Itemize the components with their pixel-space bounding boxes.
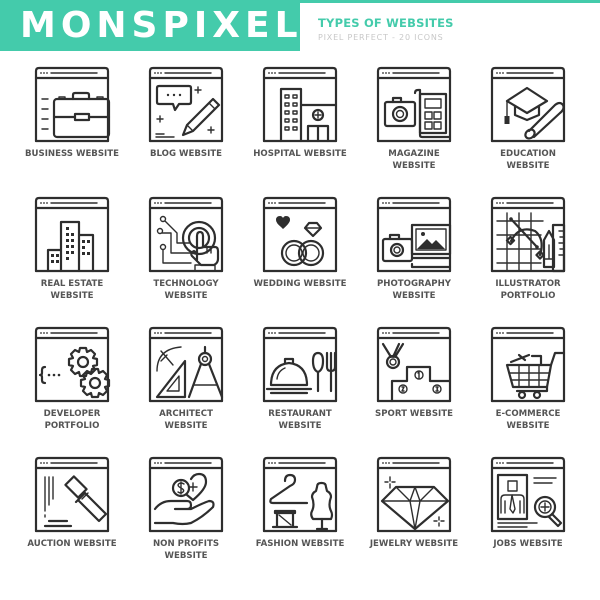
- icon-label: JEWELRY WEBSITE: [369, 539, 459, 549]
- icon-tile-magazine[interactable]: MAGAZINE WEBSITE: [357, 65, 471, 190]
- icon-label: BLOG WEBSITE: [149, 149, 223, 159]
- icon-tile-fashion[interactable]: FASHION WEBSITE: [243, 455, 357, 580]
- compass-ruler-icon: [148, 326, 224, 403]
- icon-tile-technology[interactable]: TECHNOLOGY WEBSITE: [129, 195, 243, 320]
- icon-tile-developer[interactable]: DEVELOPER PORTFOLIO: [15, 325, 129, 450]
- icon-tile-photography[interactable]: PHOTOGRAPHY WEBSITE: [357, 195, 471, 320]
- hospital-icon: [262, 66, 338, 143]
- icon-label: SPORT WEBSITE: [375, 409, 453, 419]
- icon-label: AUCTION WEBSITE: [27, 539, 117, 549]
- icon-label: JOBS WEBSITE: [493, 539, 563, 549]
- shopping-cart-icon: [490, 326, 566, 403]
- icon-tile-hospital[interactable]: HOSPITAL WEBSITE: [243, 65, 357, 190]
- icon-tile-jobs[interactable]: JOBS WEBSITE: [471, 455, 585, 580]
- icon-tile-wedding[interactable]: WEDDING WEBSITE: [243, 195, 357, 320]
- diamond-icon: [376, 456, 452, 533]
- icon-label: HOSPITAL WEBSITE: [253, 149, 347, 159]
- camera-photo-icon: [376, 196, 452, 273]
- buildings-icon: [34, 196, 110, 273]
- icon-label: E-COMMERCE WEBSITE: [495, 409, 561, 431]
- icon-tile-restaurant[interactable]: RESTAURANT WEBSITE: [243, 325, 357, 450]
- icon-tile-jewelry[interactable]: JEWELRY WEBSITE: [357, 455, 471, 580]
- icon-tile-illustrator[interactable]: ILLUSTRATOR PORTFOLIO: [471, 195, 585, 320]
- icon-label: ILLUSTRATOR PORTFOLIO: [495, 279, 561, 301]
- icon-label: TECHNOLOGY WEBSITE: [153, 279, 219, 301]
- pencil-chat-icon: [148, 66, 224, 143]
- icon-tile-business[interactable]: BUSINESS WEBSITE: [15, 65, 129, 190]
- icon-label: MAGAZINE WEBSITE: [388, 149, 440, 171]
- icon-tile-blog[interactable]: BLOG WEBSITE: [129, 65, 243, 190]
- vector-pencil-icon: [490, 196, 566, 273]
- icon-tile-architect[interactable]: ARCHITECT WEBSITE: [129, 325, 243, 450]
- rings-icon: [262, 196, 338, 273]
- icon-tile-education[interactable]: EDUCATION WEBSITE: [471, 65, 585, 190]
- icon-label: RESTAURANT WEBSITE: [268, 409, 332, 431]
- graduation-cap-icon: [490, 66, 566, 143]
- icon-label: EDUCATION WEBSITE: [500, 149, 556, 171]
- podium-medal-icon: [376, 326, 452, 403]
- icon-tile-sport[interactable]: SPORT WEBSITE: [357, 325, 471, 450]
- resume-search-icon: [490, 456, 566, 533]
- gears-code-icon: [34, 326, 111, 403]
- page-tagline: PIXEL PERFECT - 20 ICONS: [318, 33, 444, 42]
- briefcase-icon: [34, 66, 111, 143]
- page-title: TYPES OF WEBSITES: [318, 16, 454, 30]
- camera-layout-icon: [376, 66, 452, 143]
- hand-heart-icon: [148, 456, 224, 533]
- touch-circuit-icon: [148, 196, 224, 273]
- icon-label: BUSINESS WEBSITE: [25, 149, 119, 159]
- icon-tile-nonprofit[interactable]: NON PROFITS WEBSITE: [129, 455, 243, 580]
- icon-label: REAL ESTATE WEBSITE: [40, 279, 104, 301]
- icon-label: WEDDING WEBSITE: [253, 279, 347, 289]
- icon-tile-auction[interactable]: AUCTION WEBSITE: [15, 455, 129, 580]
- hanger-mannequin-icon: [262, 456, 338, 533]
- brand-banner: MONSPIXEL: [0, 0, 300, 51]
- icon-label: FASHION WEBSITE: [255, 539, 345, 549]
- cloche-cutlery-icon: [262, 326, 338, 403]
- icon-tile-real-estate[interactable]: REAL ESTATE WEBSITE: [15, 195, 129, 320]
- icon-label: PHOTOGRAPHY WEBSITE: [377, 279, 451, 301]
- brand-logo: MONSPIXEL: [20, 5, 303, 46]
- gavel-icon: [34, 456, 110, 533]
- icon-label: DEVELOPER PORTFOLIO: [43, 409, 101, 431]
- icon-tile-ecommerce[interactable]: E-COMMERCE WEBSITE: [471, 325, 585, 450]
- icon-label: ARCHITECT WEBSITE: [159, 409, 213, 431]
- icon-label: NON PROFITS WEBSITE: [152, 539, 220, 561]
